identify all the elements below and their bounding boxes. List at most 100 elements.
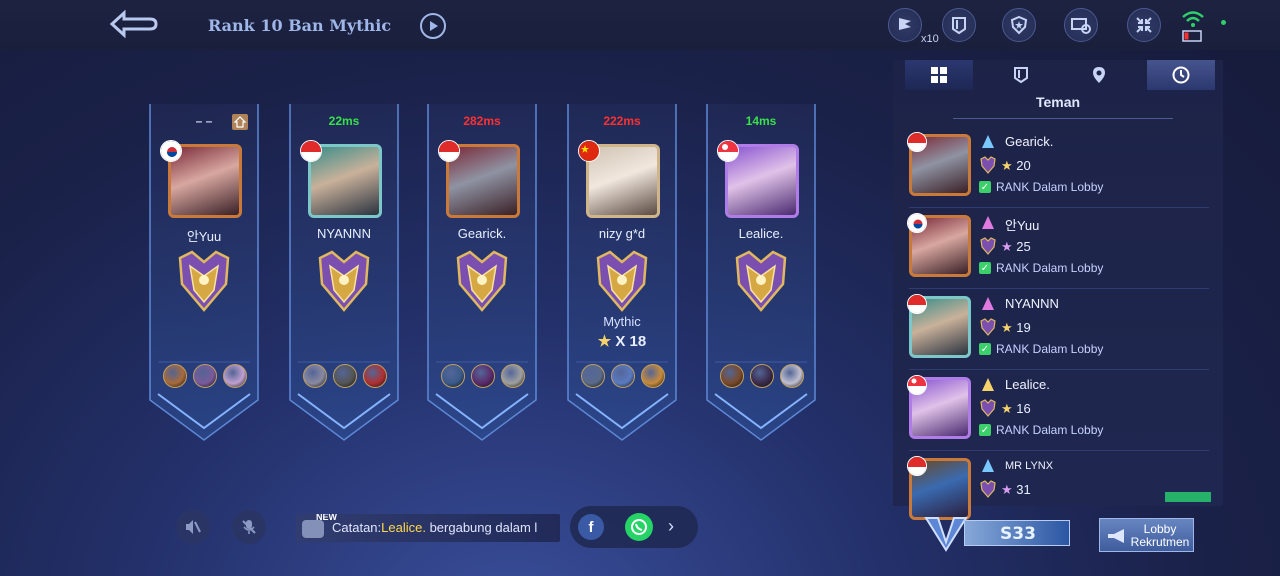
ban-flag-button[interactable]: x10: [888, 8, 939, 45]
star-icon: ★: [1001, 158, 1013, 173]
player-card[interactable]: 282ms Gearick.: [426, 104, 538, 442]
friend-star-count: 31: [1016, 482, 1031, 497]
mythic-rank-icon: [318, 250, 370, 312]
emblem-icon: [952, 17, 966, 35]
friend-stars: ★ 19: [1001, 320, 1031, 336]
shield-button[interactable]: [1002, 8, 1036, 42]
country-flag-icon: [717, 140, 739, 162]
country-flag-icon: [300, 140, 322, 162]
hero-portrait[interactable]: [333, 364, 357, 388]
player-card[interactable]: 22ms NYANNN: [288, 104, 400, 442]
rank-stars: ★ X 18: [566, 332, 678, 350]
hero-portrait[interactable]: [471, 364, 495, 388]
friend-list-item[interactable]: NYANNN ★ 19 ✓ RANK Dalam Lobby: [905, 292, 1211, 370]
play-icon: [430, 21, 438, 31]
emblem-button[interactable]: [942, 8, 976, 42]
back-button[interactable]: [90, 6, 170, 42]
divider: [909, 450, 1209, 451]
hero-portrait[interactable]: [193, 364, 217, 388]
chat-suffix: bergabung dalam l: [425, 520, 538, 535]
role-class-icon: [982, 135, 994, 148]
friend-status: ✓ RANK Dalam Lobby: [979, 180, 1103, 194]
hero-portrait[interactable]: [303, 364, 327, 388]
player-name: 안Yuu: [186, 229, 222, 244]
player-name: Lealice.: [738, 226, 784, 241]
check-icon: ✓: [979, 424, 991, 436]
location-pin-icon: [1093, 67, 1105, 83]
friends-tab-title: Teman: [1035, 94, 1081, 110]
wifi-icon: [1182, 11, 1204, 27]
hero-portrait[interactable]: [641, 364, 665, 388]
mute-speaker-button[interactable]: [176, 510, 210, 544]
chat-box[interactable]: NEW Catatan:Lealice. bergabung dalam l: [296, 514, 560, 542]
hero-portrait[interactable]: [441, 364, 465, 388]
player-card[interactable]: 222ms nizy g*d Mythic ★ X 18: [566, 104, 678, 442]
play-button[interactable]: [420, 13, 446, 39]
chevron-right-icon[interactable]: ›: [668, 516, 674, 537]
tab-nearby[interactable]: [1065, 60, 1133, 90]
friend-name: NYANNN: [1005, 296, 1059, 311]
player-card[interactable]: 14ms Lealice.: [705, 104, 817, 442]
online-dot: [1221, 20, 1226, 25]
season-label: S33: [1000, 524, 1036, 544]
friend-status-text: RANK Dalam Lobby: [996, 261, 1104, 275]
friend-stars: ★ 31: [1001, 482, 1031, 498]
lobby-recruit-button[interactable]: Lobby Rekrutmen: [1099, 518, 1194, 552]
chat-message: Catatan:Lealice. bergabung dalam l: [332, 520, 537, 535]
ping-label: 222ms: [603, 114, 641, 128]
ping-label: 14ms: [745, 114, 777, 128]
hero-portrait[interactable]: [581, 364, 605, 388]
friend-name: MR LYNX: [1005, 460, 1054, 472]
mythic-rank-icon: [596, 250, 648, 312]
facebook-share-button[interactable]: f: [578, 514, 604, 540]
player-card[interactable]: – – 안Yuu: [148, 104, 260, 442]
season-emblem-icon: [924, 517, 968, 552]
friend-list-item[interactable]: 안Yuu ★ 25 ✓ RANK Dalam Lobby: [905, 211, 1211, 289]
hero-picks: [717, 364, 807, 390]
friend-name: 안Yuu: [1005, 218, 1040, 233]
hero-portrait[interactable]: [363, 364, 387, 388]
mute-mic-button[interactable]: [232, 510, 266, 544]
star-icon: ★: [1001, 239, 1013, 254]
mythic-rank-icon: [980, 318, 996, 336]
hero-portrait[interactable]: [163, 364, 187, 388]
hero-portrait[interactable]: [780, 364, 804, 388]
friend-status: ✓ RANK Dalam Lobby: [979, 423, 1103, 437]
tab-squad[interactable]: [987, 60, 1055, 90]
whatsapp-icon: [631, 519, 647, 535]
hero-portrait[interactable]: [611, 364, 635, 388]
friend-star-count: 20: [1016, 158, 1031, 173]
hero-portrait[interactable]: [223, 364, 247, 388]
divider: [909, 288, 1209, 289]
hero-portrait[interactable]: [720, 364, 744, 388]
whatsapp-share-button[interactable]: [625, 513, 653, 541]
friend-stars: ★ 25: [1001, 239, 1031, 255]
star-icon: ★: [1001, 320, 1013, 335]
mythic-rank-icon: [735, 250, 787, 312]
friend-list-item[interactable]: Gearick. ★ 20 ✓ RANK Dalam Lobby: [905, 130, 1211, 208]
friend-star-count: 16: [1016, 401, 1031, 416]
country-flag-icon: [907, 456, 927, 476]
collapse-button[interactable]: [1127, 8, 1161, 42]
season-badge[interactable]: S33: [924, 512, 1074, 552]
friend-list-item[interactable]: Lealice. ★ 16 ✓ RANK Dalam Lobby: [905, 373, 1211, 451]
friend-status-text: RANK Dalam Lobby: [996, 342, 1104, 356]
player-name: nizy g*d: [598, 226, 646, 241]
flag-icon: [899, 18, 911, 30]
add-friend-button[interactable]: [1165, 492, 1211, 502]
role-class-icon: [982, 459, 994, 472]
tab-all[interactable]: [905, 60, 973, 90]
star-icon: ★: [1001, 401, 1013, 416]
settings-screen-button[interactable]: [1064, 8, 1098, 42]
tab-recent[interactable]: [1147, 60, 1215, 90]
check-icon: ✓: [979, 343, 991, 355]
hero-portrait[interactable]: [501, 364, 525, 388]
hero-picks: [578, 364, 668, 390]
friend-status: ✓ RANK Dalam Lobby: [979, 342, 1103, 356]
friends-tabs: [893, 60, 1223, 90]
friends-panel: Teman Gearick. ★ 20 ✓ RANK Dalam Lobby 안Y…: [893, 60, 1223, 520]
hero-portrait[interactable]: [750, 364, 774, 388]
country-flag-icon: [438, 140, 460, 162]
chat-highlight-name: Lealice.: [381, 520, 426, 535]
country-flag-icon: [907, 132, 927, 152]
